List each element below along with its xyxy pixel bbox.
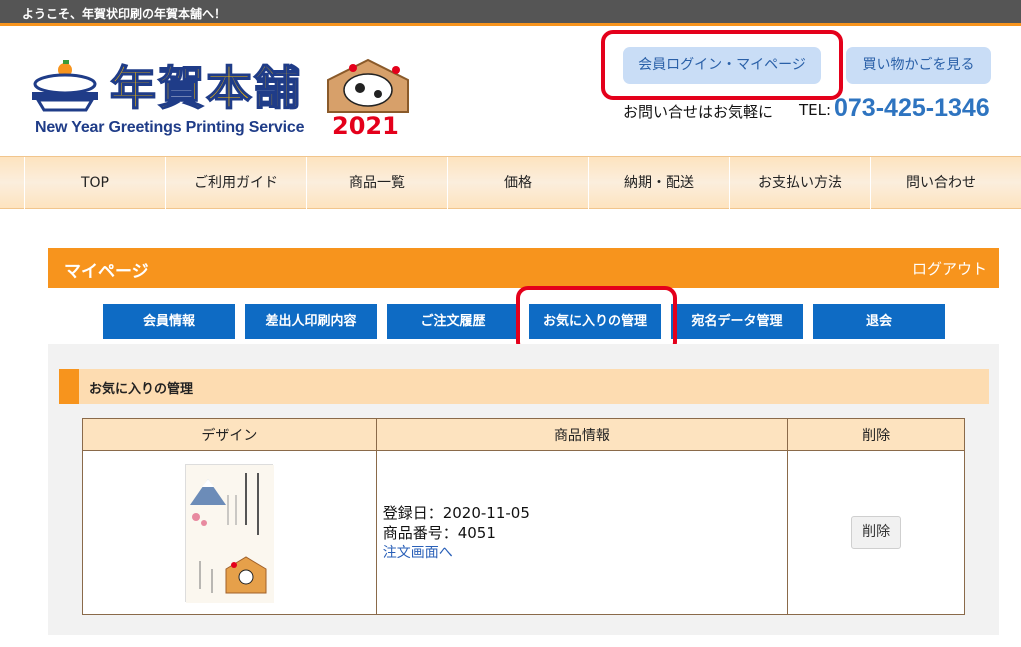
column-design: デザイン	[82, 418, 377, 451]
logout-link[interactable]: ログアウト	[912, 258, 987, 279]
section-accent	[59, 369, 79, 404]
view-cart-button[interactable]: 買い物かごを見る	[846, 47, 991, 84]
nav-item-products[interactable]: 商品一覧	[306, 157, 447, 210]
registered-date: 登録日：2020-11-05	[382, 503, 530, 522]
nav-item-delivery[interactable]: 納期・配送	[588, 157, 729, 210]
tel-label: TEL:	[799, 101, 832, 119]
delete-cell: 削除	[787, 450, 965, 615]
delete-button[interactable]: 削除	[851, 516, 902, 549]
design-thumbnail[interactable]	[185, 463, 275, 603]
contact-text: お問い合せはお気軽に	[623, 103, 774, 121]
order-page-link[interactable]: 注文画面へ	[383, 543, 787, 563]
section-title: お気に入りの管理	[89, 382, 194, 397]
highlight-login-box	[601, 30, 843, 100]
column-product-info: 商品情報	[375, 418, 789, 451]
nengajo-design-icon	[186, 464, 275, 603]
tab-sender-print[interactable]: 差出人印刷内容	[245, 304, 377, 339]
mypage-title: マイページ	[64, 262, 149, 282]
nav-item-guide[interactable]: ご利用ガイド	[165, 157, 306, 210]
tel-number[interactable]: 073-425-1346	[834, 94, 990, 123]
nav-item-price[interactable]: 価格	[447, 157, 588, 210]
column-delete: 削除	[787, 418, 965, 451]
design-cell	[82, 450, 377, 615]
nav-item-contact[interactable]: 問い合わせ	[870, 157, 1011, 210]
table-header-row: デザイン 商品情報 削除	[82, 418, 965, 451]
nav-item-payment[interactable]: お支払い方法	[729, 157, 870, 210]
welcome-text: ようこそ、年賀状印刷の年賀本舗へ！	[22, 7, 227, 21]
logo-title: 年賀本舗	[109, 60, 302, 116]
product-number: 商品番号：4051	[382, 523, 496, 542]
nav-item-top[interactable]: TOP	[24, 157, 165, 210]
logo-year: 2021	[332, 112, 399, 140]
tab-address-data[interactable]: 宛名データ管理	[671, 304, 803, 339]
tab-member-info[interactable]: 会員情報	[103, 304, 235, 339]
table-row: 登録日：2020-11-05 商品番号：4051 注文画面へ 削除	[82, 450, 965, 615]
logo-subtitle: New Year Greetings Printing Service	[35, 119, 305, 136]
welcome-bar: ようこそ、年賀状印刷の年賀本舗へ！	[0, 0, 1021, 26]
product-info-cell: 登録日：2020-11-05 商品番号：4051 注文画面へ	[375, 450, 789, 615]
tab-order-history[interactable]: ご注文履歴	[387, 304, 519, 339]
mypage-header: マイページ ログアウト	[48, 248, 999, 288]
favorites-table: デザイン 商品情報 削除 登録日：2020-11-05 商品番号：4051 注文…	[82, 418, 965, 615]
main-nav: TOP ご利用ガイド 商品一覧 価格 納期・配送 お支払い方法 問い合わせ	[0, 156, 1021, 210]
section-header: お気に入りの管理	[59, 369, 989, 404]
tab-withdraw[interactable]: 退会	[813, 304, 945, 339]
